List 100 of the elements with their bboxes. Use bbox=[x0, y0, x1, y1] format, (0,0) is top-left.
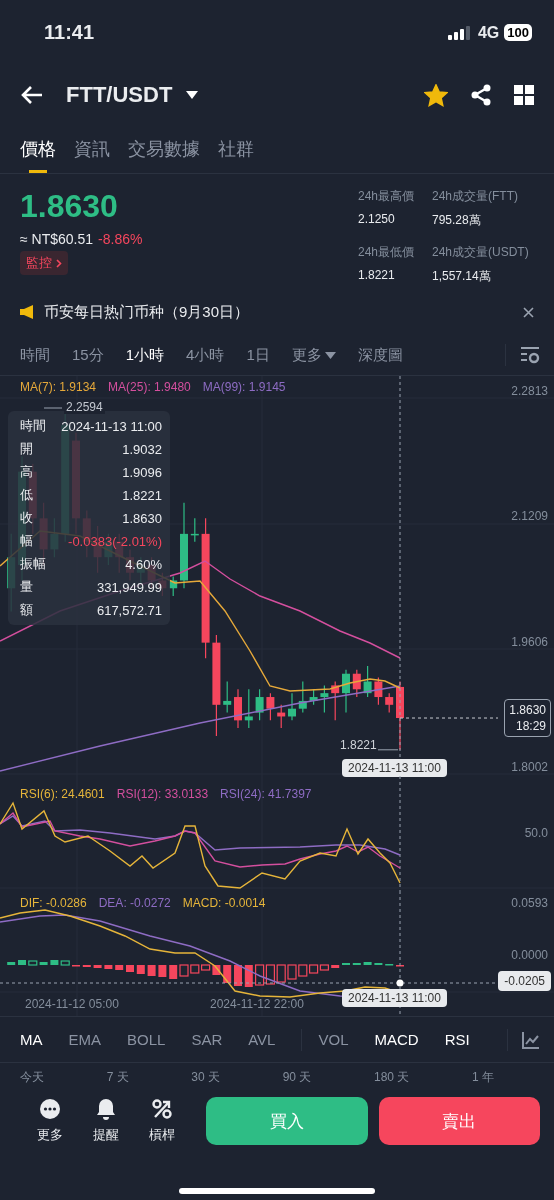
tooltip-label: 收 bbox=[20, 509, 33, 527]
candlestick bbox=[363, 665, 372, 698]
interval-tab[interactable]: 15分 bbox=[72, 345, 104, 365]
settings-icon[interactable] bbox=[520, 346, 540, 364]
time-axis-label: 2024-11-12 05:00 bbox=[25, 997, 119, 1011]
chevron-icon bbox=[56, 258, 62, 268]
macd-axis-label: 0.0593 bbox=[511, 896, 548, 910]
action-button[interactable]: 更多 bbox=[32, 1098, 68, 1144]
stat-value: 2.1250 bbox=[358, 212, 396, 226]
interval-tab[interactable]: 更多 bbox=[291, 345, 336, 365]
stat-label: 24h成交量(FTT) bbox=[432, 188, 519, 205]
back-arrow-icon[interactable] bbox=[20, 85, 44, 105]
tooltip-value: 617,572.71 bbox=[96, 602, 162, 618]
interval-tab[interactable]: 時間 bbox=[20, 345, 50, 365]
candlestick bbox=[234, 688, 242, 729]
tooltip-value: 2024-11-13 11:00 bbox=[61, 418, 162, 434]
indicator-tab[interactable]: RSI bbox=[444, 1031, 470, 1048]
more-icon bbox=[39, 1098, 61, 1120]
candlestick bbox=[255, 688, 264, 721]
ma-legend: MA(99): 1.9145 bbox=[202, 380, 286, 394]
candlestick bbox=[244, 688, 253, 729]
caret-icon[interactable] bbox=[186, 91, 199, 99]
high-marker: 2.2594 bbox=[64, 400, 105, 414]
macd-legend: DIF: -0.0286 bbox=[20, 896, 87, 910]
interval-tab[interactable]: 1小時 bbox=[125, 345, 165, 365]
range-option[interactable]: 180 天 bbox=[373, 1068, 410, 1086]
last-price-value: 1.8630 bbox=[509, 702, 546, 718]
rsi-legend: RSI(24): 41.7397 bbox=[220, 787, 312, 801]
indicator-tab[interactable]: VOL bbox=[318, 1031, 349, 1048]
price-axis-label: 1.8002 bbox=[511, 760, 548, 774]
low-marker: 1.8221 bbox=[340, 737, 377, 752]
range-option[interactable]: 1 年 bbox=[471, 1068, 494, 1086]
interval-tab[interactable]: 4小時 bbox=[186, 345, 225, 365]
announcement-text[interactable]: 币安每日热门币种（9月30日） bbox=[44, 302, 250, 322]
indicator-tab[interactable]: EMA bbox=[68, 1031, 101, 1048]
tooltip-label: 振幅 bbox=[20, 555, 46, 573]
tooltip-label: 低 bbox=[20, 486, 33, 504]
stat-value: 795.28萬 bbox=[432, 212, 482, 229]
candlestick bbox=[298, 680, 307, 714]
tab[interactable]: 交易數據 bbox=[128, 125, 200, 173]
stat-label: 24h最低價 bbox=[358, 244, 416, 261]
indicator-tab[interactable]: MACD bbox=[374, 1031, 419, 1048]
close-icon[interactable] bbox=[523, 306, 534, 318]
network-label: 4G bbox=[477, 23, 500, 42]
percent-icon bbox=[151, 1098, 173, 1120]
tooltip-value: -0.0383(-2.01%) bbox=[68, 533, 162, 549]
range-option[interactable]: 90 天 bbox=[282, 1068, 312, 1086]
candlestick bbox=[320, 684, 329, 714]
megaphone-icon bbox=[20, 305, 36, 319]
tooltip-value: 1.9096 bbox=[122, 464, 162, 480]
tab[interactable]: 價格 bbox=[20, 125, 56, 173]
tab[interactable]: 資訊 bbox=[74, 125, 110, 173]
price-change: -8.86% bbox=[98, 231, 143, 247]
signal-icon bbox=[447, 25, 472, 40]
tab[interactable]: 社群 bbox=[218, 125, 254, 173]
indicator-tab[interactable]: AVL bbox=[248, 1031, 276, 1048]
candlestick bbox=[342, 669, 350, 714]
star-icon[interactable] bbox=[424, 83, 448, 107]
range-option[interactable]: 7 天 bbox=[106, 1068, 129, 1086]
interval-tab[interactable]: 深度圖 bbox=[357, 345, 403, 365]
indicator-tab[interactable]: BOLL bbox=[127, 1031, 166, 1048]
candlestick bbox=[331, 680, 340, 721]
rsi-legend: RSI(12): 33.0133 bbox=[116, 787, 209, 801]
candle-countdown: 18:29 bbox=[514, 718, 546, 734]
sell-button[interactable]: 賣出 bbox=[378, 1097, 540, 1145]
last-price: 1.8630 bbox=[20, 188, 118, 225]
stat-value: 1,557.14萬 bbox=[432, 268, 492, 285]
candlestick bbox=[309, 688, 318, 706]
trading-pair-title[interactable]: FTT/USDT bbox=[66, 82, 173, 108]
candlestick bbox=[385, 692, 394, 714]
chart-icon[interactable] bbox=[522, 1030, 540, 1049]
tooltip-value: 1.9032 bbox=[122, 441, 162, 457]
ma-legend: MA(25): 1.9480 bbox=[108, 380, 191, 394]
tooltip-label: 開 bbox=[20, 440, 33, 458]
candlestick bbox=[352, 669, 361, 698]
tooltip-value: 1.8221 bbox=[122, 487, 162, 503]
action-button[interactable]: 槓桿 bbox=[144, 1098, 180, 1144]
crosshair-dot bbox=[396, 979, 404, 987]
alert-button[interactable]: 監控 bbox=[20, 251, 68, 275]
stat-label: 24h成交量(USDT) bbox=[432, 244, 530, 261]
indicator-tab[interactable]: MA bbox=[20, 1031, 43, 1048]
stat-value: 1.8221 bbox=[358, 268, 396, 282]
candlestick bbox=[374, 677, 383, 706]
action-button[interactable]: 提醒 bbox=[88, 1098, 124, 1144]
grid-icon[interactable] bbox=[514, 85, 534, 105]
interval-tab[interactable]: 1日 bbox=[246, 345, 270, 365]
tooltip-label: 高 bbox=[20, 463, 33, 481]
range-option[interactable]: 30 天 bbox=[191, 1068, 220, 1086]
ma-legend: MA(7): 1.9134 bbox=[20, 380, 97, 394]
indicator-tab[interactable]: SAR bbox=[191, 1031, 223, 1048]
tooltip-label: 時間 bbox=[20, 417, 46, 435]
tooltip-value: 1.8630 bbox=[122, 510, 162, 526]
crosshair-time-tag: 2024-11-13 11:00 bbox=[342, 759, 447, 777]
caret-icon bbox=[324, 351, 336, 359]
candlestick bbox=[190, 517, 199, 543]
tooltip-value: 331,949.99 bbox=[96, 579, 162, 595]
share-icon[interactable] bbox=[470, 84, 492, 106]
range-option[interactable]: 今天 bbox=[20, 1068, 44, 1086]
rsi-axis-label: 50.0 bbox=[524, 826, 548, 840]
candlestick bbox=[277, 704, 286, 729]
